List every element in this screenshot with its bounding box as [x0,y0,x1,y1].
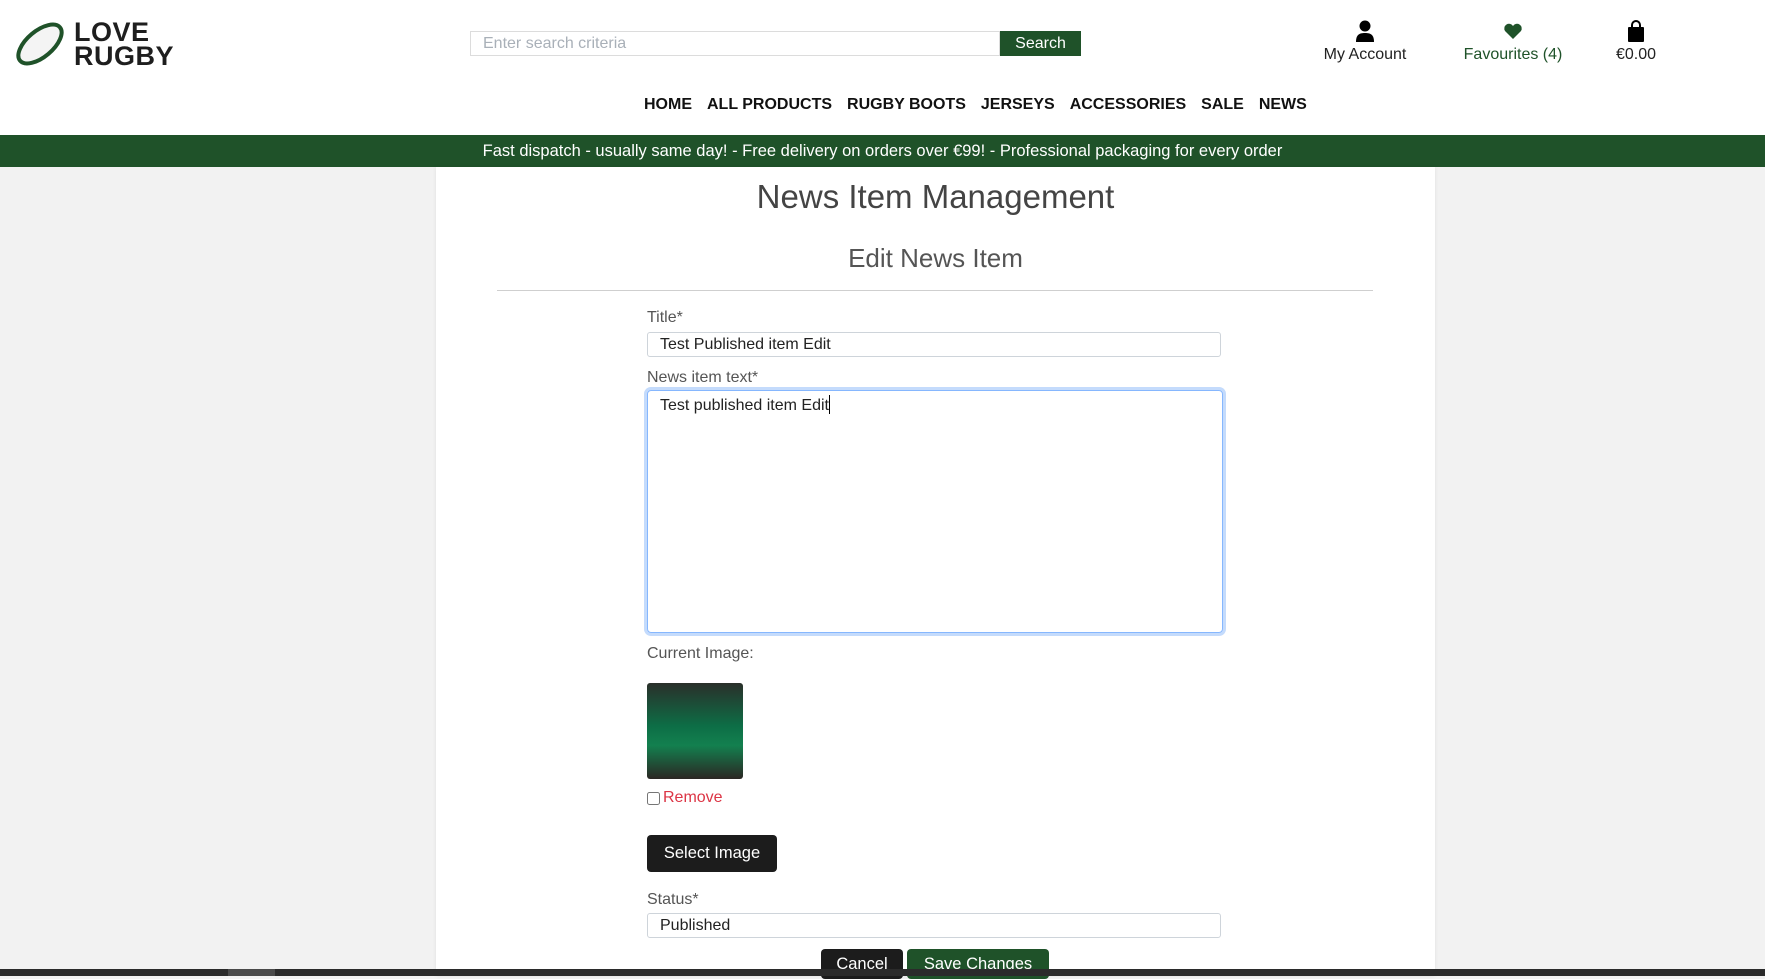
nav-sale[interactable]: SALE [1201,96,1244,114]
nav-all-products[interactable]: ALL PRODUCTS [707,96,832,114]
news-text-value: Test published item Edit [660,397,829,414]
logo[interactable]: LOVE RUGBY [14,19,175,71]
favourites-label: Favourites (4) [1463,46,1563,63]
select-image-button[interactable]: Select Image [647,835,777,872]
nav-news[interactable]: NEWS [1259,96,1307,114]
text-caret [828,395,830,414]
cart-link[interactable]: €0.00 [1616,20,1656,64]
shopping-bag-icon [1628,20,1644,42]
rugby-ball-icon [16,22,64,66]
title-input[interactable]: Test Published item Edit [647,332,1221,357]
news-text-label: News item text* [647,369,759,386]
title-label: Title* [647,309,683,326]
nav-jerseys[interactable]: JERSEYS [981,96,1055,114]
search-button[interactable]: Search [1000,31,1081,56]
status-label: Status* [647,891,699,908]
logo-text-rugby: RUGBY [74,41,175,71]
page-subtitle: Edit News Item [848,243,1023,273]
nav-rugby-boots[interactable]: RUGBY BOOTS [847,96,966,114]
page-title: News Item Management [756,178,1115,215]
delivery-banner: Fast dispatch - usually same day! - Free… [0,135,1765,167]
favourites-link[interactable]: Favourites (4) [1463,20,1563,64]
remove-checkbox[interactable] [647,791,660,805]
site-header: LOVERUGBY Search My Account Favourites (… [0,0,1765,135]
heart-icon [1504,23,1522,39]
search-input[interactable] [470,31,1000,56]
remove-label[interactable]: Remove [663,789,723,807]
account-label: My Account [1323,46,1407,63]
search-form: Search [470,31,1081,56]
cart-total: €0.00 [1615,46,1657,63]
status-select[interactable]: Published [647,913,1221,938]
my-account-link[interactable]: My Account [1323,20,1407,64]
nav-accessories[interactable]: ACCESSORIES [1070,96,1186,114]
current-image-thumbnail [647,683,743,779]
current-image-label: Current Image: [647,645,754,662]
nav-home[interactable]: HOME [644,96,692,114]
divider [497,290,1373,291]
bottom-bar [0,969,1765,976]
user-icon [1356,20,1374,42]
main-nav: HOME ALL PRODUCTS RUGBY BOOTS JERSEYS AC… [644,96,1307,114]
remove-image-option: Remove [647,789,723,807]
news-text-textarea[interactable]: Test published item Edit [647,390,1223,633]
taskbar-item[interactable] [228,969,275,976]
